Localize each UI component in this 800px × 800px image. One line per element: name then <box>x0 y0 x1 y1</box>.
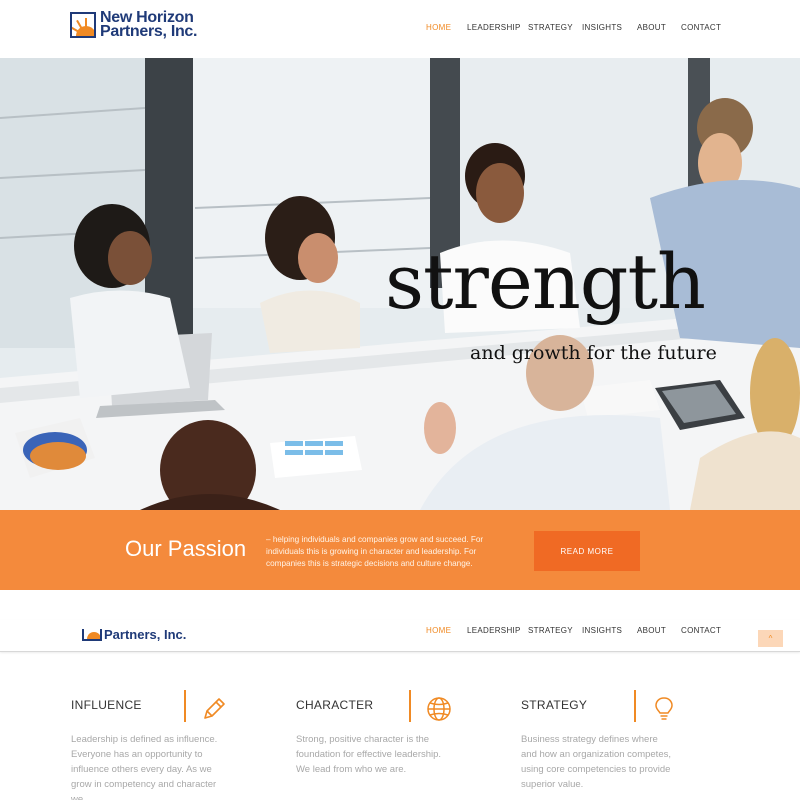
feature-text: Strong, positive character is the founda… <box>296 734 442 775</box>
nav-strategy[interactable]: STRATEGY <box>528 23 573 32</box>
hero-banner: strength and growth for the future <box>0 58 800 510</box>
logo-line-2: Partners, Inc. <box>100 23 198 40</box>
scroll-to-top-button[interactable]: ^ <box>758 630 783 647</box>
passion-band: Our Passion – helping individuals and co… <box>0 510 800 590</box>
hero-title: strength <box>385 237 706 326</box>
feature-text: Leadership is defined as influence. Ever… <box>71 734 218 800</box>
nav-leadership[interactable]: LEADERSHIP <box>467 23 521 32</box>
feature-title: INFLUENCE <box>71 698 142 712</box>
feature-character: CHARACTER Strong, positive character is … <box>296 690 486 775</box>
site-header: New Horizon Partners, Inc. HOME LEADERSH… <box>0 0 800 58</box>
sticky-logo-text: Partners, Inc. <box>104 627 187 642</box>
logo-sunrise-icon <box>82 628 102 641</box>
feature-strategy: STRATEGY Business strategy defines where… <box>521 690 711 790</box>
feature-divider <box>184 690 186 722</box>
sticky-nav-insights[interactable]: INSIGHTS <box>582 626 622 635</box>
hero-subtitle: and growth for the future <box>470 342 717 364</box>
feature-influence: INFLUENCE Leadership is defined as influ… <box>71 690 261 800</box>
sticky-header: Partners, Inc. HOME LEADERSHIP STRATEGY … <box>0 620 800 652</box>
nav-home[interactable]: HOME <box>426 23 451 32</box>
feature-title: CHARACTER <box>296 698 374 712</box>
sticky-nav-strategy[interactable]: STRATEGY <box>528 626 573 635</box>
logo-text: New Horizon Partners, Inc. <box>100 10 198 40</box>
chevron-up-icon: ^ <box>768 634 773 643</box>
sticky-nav-about[interactable]: ABOUT <box>637 626 666 635</box>
feature-text: Business strategy defines where and how … <box>521 734 671 790</box>
sticky-nav-leadership[interactable]: LEADERSHIP <box>467 626 521 635</box>
feature-divider <box>634 690 636 722</box>
nav-about[interactable]: ABOUT <box>637 23 666 32</box>
sticky-nav-home[interactable]: HOME <box>426 626 451 635</box>
feature-title: STRATEGY <box>521 698 588 712</box>
logo-sunrise-icon <box>70 12 96 38</box>
read-more-button[interactable]: READ MORE <box>534 531 640 571</box>
logo[interactable]: New Horizon Partners, Inc. <box>70 10 197 40</box>
globe-icon <box>427 697 451 721</box>
feature-divider <box>409 690 411 722</box>
sticky-nav-contact[interactable]: CONTACT <box>681 626 721 635</box>
nav-contact[interactable]: CONTACT <box>681 23 721 32</box>
sticky-logo[interactable]: Partners, Inc. <box>82 627 186 642</box>
pencil-icon <box>204 698 225 719</box>
lightbulb-icon <box>655 697 673 720</box>
passion-text: – helping individuals and companies grow… <box>266 535 484 568</box>
passion-title: Our Passion <box>125 536 247 561</box>
nav-insights[interactable]: INSIGHTS <box>582 23 622 32</box>
